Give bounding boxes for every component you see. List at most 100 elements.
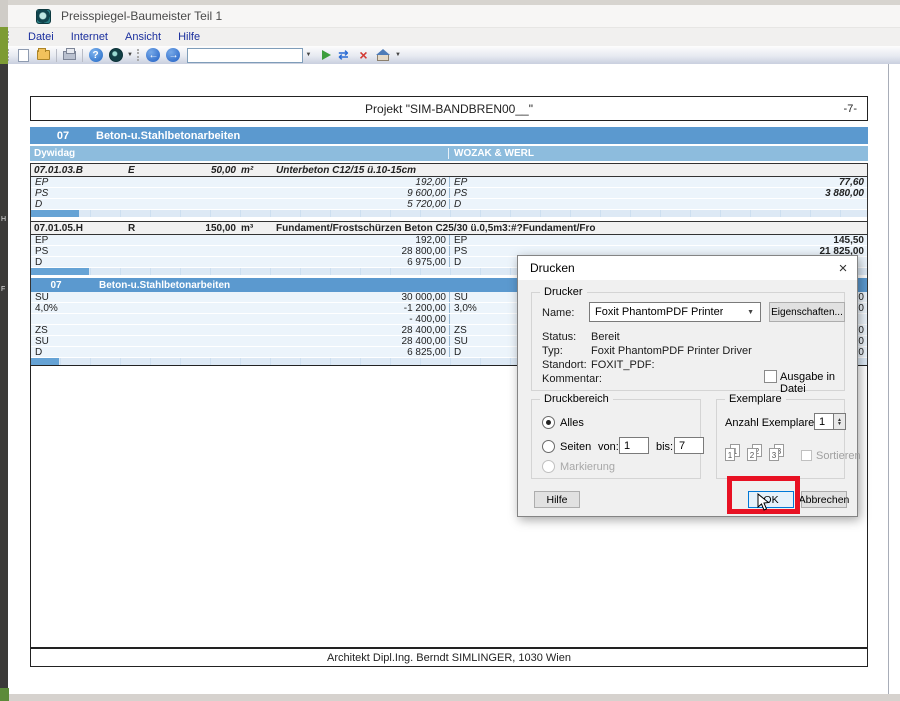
type-label: Typ: [542,345,563,357]
menu-datei[interactable]: Datei [28,31,54,43]
summary-code: 07 [41,280,71,291]
table-row: EP 192,00 EP 77,60 [31,177,867,188]
bidder-left: Dywidag [30,148,448,159]
row-label: PS [31,246,48,256]
menu-internet[interactable]: Internet [71,31,108,43]
new-document-icon[interactable] [16,48,31,62]
stop-icon[interactable]: × [356,48,371,62]
row-label: PS [31,188,48,198]
row-label: PS [450,188,467,198]
toolbar: ? ▼ ← → ▼ ⇄ × ▼ [3,46,900,64]
open-folder-icon[interactable] [36,48,51,62]
collate-page: 3 [769,448,779,461]
go-icon[interactable] [322,50,331,60]
app-logo-icon[interactable] [108,48,123,62]
collate-pages-icon: 1 1 2 2 3 3 [725,440,795,466]
item-unit: m² [236,165,266,176]
left-bidder-cell: D 5 720,00 [31,199,449,209]
bidder-band: Dywidag WOZAK & WERL [30,146,868,161]
back-icon[interactable]: ← [146,48,161,62]
refresh-icon[interactable]: ⇄ [336,48,351,62]
row-value: 28 400,00 [402,336,450,346]
doc-footer: Architekt Dipl.Ing. Berndt SIMLINGER, 10… [30,648,868,667]
row-label: 3,0% [450,303,477,313]
help-icon[interactable]: ? [88,48,103,62]
row-label: D [31,199,42,209]
row-value: 3 880,00 [825,188,867,198]
section-band: 07 Beton-u.Stahlbetonarbeiten [30,127,868,144]
price-bar-row [31,210,867,217]
item-flag: E [128,165,186,176]
print-to-file-checkbox[interactable] [764,370,777,383]
taskbar-fragment [0,688,9,701]
item-quantity: 150,00 [186,223,236,234]
toolbar-overflow-icon[interactable]: ▼ [395,52,401,58]
range-selection-radio [542,460,555,473]
row-label: D [31,257,42,267]
menu-hilfe[interactable]: Hilfe [178,31,200,43]
pages-to-input[interactable] [674,437,704,454]
row-label: D [450,257,461,267]
row-label: SU [450,292,468,302]
forward-icon[interactable]: → [166,48,181,62]
copies-group-label: Exemplare [725,393,786,405]
price-bar [31,268,89,275]
print-icon[interactable] [62,48,77,62]
section-title: Beton-u.Stahlbetonarbeiten [96,130,240,142]
left-bidder-cell: 4,0% -1 200,00 [31,303,449,313]
item-quantity: 50,00 [186,165,236,176]
row-value [864,314,867,324]
copies-stepper[interactable]: ▲▼ [834,413,846,430]
left-bidder-cell: - 400,00 [31,314,449,324]
range-group-label: Druckbereich [540,393,613,405]
toolbar-overflow-icon[interactable]: ▼ [127,52,133,58]
range-all-radio[interactable] [542,416,555,429]
location-label: Standort: [542,359,587,371]
price-bar [31,358,59,365]
row-value: 28 400,00 [402,325,450,335]
row-label [31,314,35,324]
menu-ansicht[interactable]: Ansicht [125,31,161,43]
section-code: 07 [46,130,80,142]
left-bidder-cell: EP 192,00 [31,177,449,187]
window-title: Preisspiegel-Baumeister Teil 1 [61,9,222,23]
row-value: -1 200,00 [404,303,449,313]
strip-letter: F [1,286,5,293]
address-dropdown-icon[interactable]: ▼ [303,48,314,63]
help-button[interactable]: Hilfe [534,491,580,508]
row-label: D [450,199,461,209]
right-bidder-cell: PS 3 880,00 [449,188,867,198]
right-bidder-cell: EP 145,50 [449,235,867,245]
collate-page: 2 [747,448,757,461]
pages-from-input[interactable] [619,437,649,454]
printer-name-select[interactable]: Foxit PhantomPDF Printer ▼ [589,302,761,322]
range-all-label: Alles [560,417,584,429]
background-window-strip: H F [0,0,8,694]
right-bidder-cell: EP 77,60 [449,177,867,187]
printer-name-label: Name: [542,307,574,319]
dialog-title-bar[interactable]: Drucken × [518,256,857,280]
table-row: D 5 720,00 D [31,199,867,210]
row-label: SU [31,292,49,302]
copies-count-input[interactable] [814,413,834,430]
toolbar-grip-handle[interactable] [137,49,141,62]
properties-button[interactable]: Eigenschaften... [769,302,845,322]
copies-count-label: Anzahl Exemplare: [725,417,817,429]
table-row: EP 192,00 EP 145,50 [31,235,867,246]
item-code: 07.01.03.B [31,165,128,176]
range-pages-radio[interactable] [542,440,555,453]
close-icon[interactable]: × [829,256,857,280]
strip-segment [0,27,8,64]
row-value: 77,60 [839,177,867,187]
home-icon[interactable] [376,48,391,62]
cancel-button[interactable]: Abbrechen [801,491,847,508]
item-header-row: 07.01.05.H R 150,00 m³ Fundament/Frostsc… [31,221,867,235]
row-label: SU [31,336,49,346]
type-value: Foxit PhantomPDF Printer Driver [591,345,752,357]
address-input[interactable] [187,48,303,63]
price-bar [31,210,79,217]
left-bidder-cell: SU 30 000,00 [31,292,449,302]
item-description: Unterbeton C12/15 ü.10-15cm [266,165,867,176]
menu-bar: Datei Internet Ansicht Hilfe [3,28,900,46]
location-value: FOXIT_PDF: [591,359,655,371]
